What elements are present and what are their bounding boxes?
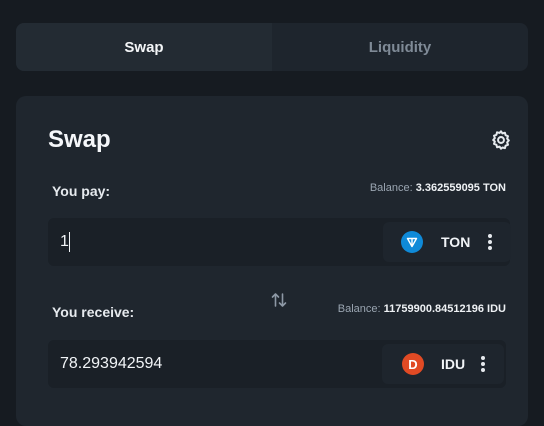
pay-balance: Balance: 3.362559095 TON <box>370 182 506 194</box>
gear-icon[interactable] <box>490 129 512 151</box>
receive-amount-input[interactable] <box>48 340 368 388</box>
pay-label: You pay: <box>52 183 111 199</box>
receive-field: D IDU <box>48 340 506 388</box>
pay-amount-input[interactable] <box>48 218 368 266</box>
receive-balance: Balance: 11759900.84512196 IDU <box>338 303 506 315</box>
tab-liquidity[interactable]: Liquidity <box>272 23 528 71</box>
pay-token-selector[interactable]: TON <box>383 222 511 262</box>
idu-icon: D <box>402 353 424 375</box>
receive-token-selector[interactable]: D IDU <box>382 344 504 384</box>
pay-balance-value: 3.362559095 TON <box>415 182 506 194</box>
receive-token-symbol: IDU <box>441 356 466 372</box>
receive-label: You receive: <box>52 304 135 320</box>
tab-bar: Swap Liquidity <box>16 23 528 71</box>
swap-card: Swap You pay: Balance: 3.362559095 TON T… <box>16 96 528 426</box>
pay-field: TON <box>48 218 511 266</box>
tab-swap[interactable]: Swap <box>16 23 272 71</box>
receive-token-menu-icon[interactable] <box>481 356 486 372</box>
idu-icon-letter: D <box>408 356 418 372</box>
page-title: Swap <box>48 126 111 153</box>
pay-balance-label: Balance: <box>369 182 413 194</box>
receive-balance-value: 11759900.84512196 IDU <box>383 303 506 315</box>
receive-balance-label: Balance: <box>337 303 381 315</box>
ton-icon <box>401 231 423 253</box>
text-caret <box>69 232 70 252</box>
pay-token-symbol: TON <box>441 234 471 250</box>
swap-direction-icon[interactable] <box>270 291 288 309</box>
pay-token-menu-icon[interactable] <box>488 234 493 250</box>
